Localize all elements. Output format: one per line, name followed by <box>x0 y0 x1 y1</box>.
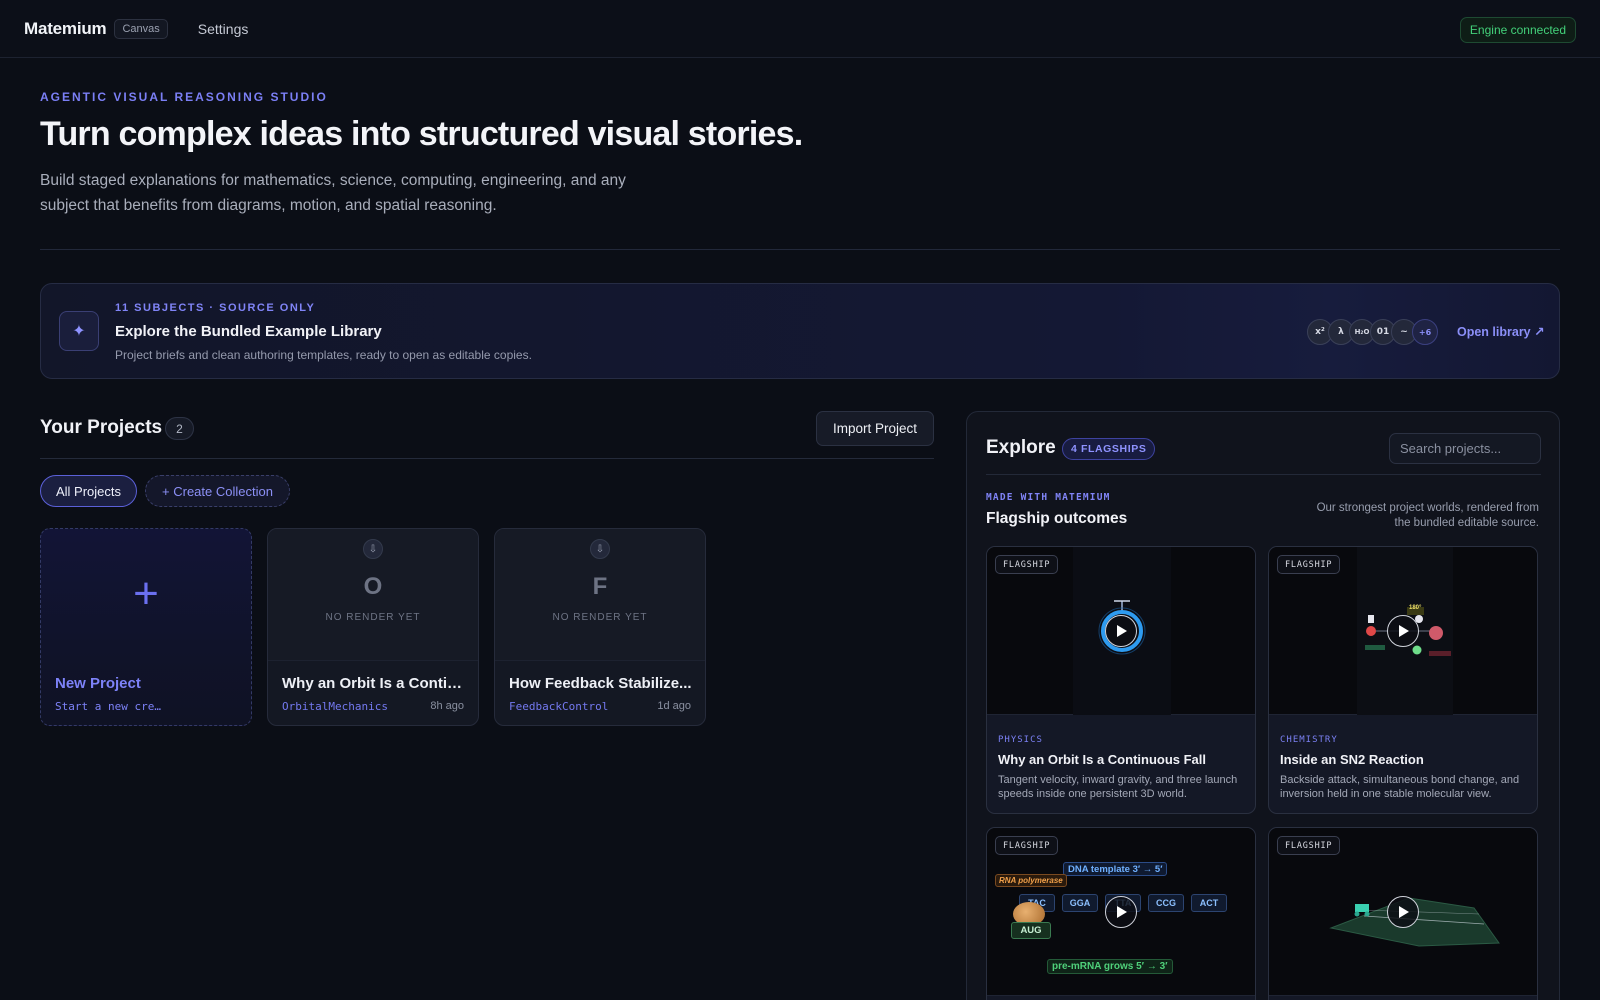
new-project-card[interactable]: + New Project Start a new cre… <box>40 528 252 726</box>
angle-label: 180° <box>1409 605 1422 611</box>
made-with-label: MADE WITH MATEMIUM <box>986 492 1111 503</box>
flagship-thumbnail: FLAGSHIP <box>987 547 1255 715</box>
download-icon[interactable]: ⇩ <box>590 539 610 559</box>
nav-settings-link[interactable]: Settings <box>198 21 249 37</box>
no-render-label: NO RENDER YET <box>325 612 421 623</box>
explore-panel: Explore 4 FLAGSHIPS MADE WITH MATEMIUM F… <box>966 411 1560 1000</box>
flagship-title: Why an Orbit Is a Continuous Fall <box>998 752 1207 767</box>
no-render-label: NO RENDER YET <box>552 612 648 623</box>
flagship-badge: FLAGSHIP <box>995 836 1059 855</box>
brand-logo[interactable]: Matemium <box>24 19 107 39</box>
flagship-badge: FLAGSHIP <box>995 555 1059 574</box>
open-library-link[interactable]: Open library ↗ <box>1457 324 1545 339</box>
download-icon[interactable]: ⇩ <box>363 539 383 559</box>
sparkle-icon: ✦ <box>59 311 99 351</box>
project-thumbnail: ⇩ F NO RENDER YET <box>495 529 705 661</box>
engine-status-badge: Engine connected <box>1459 17 1576 43</box>
explore-title: Explore <box>986 437 1056 458</box>
import-project-button[interactable]: Import Project <box>816 411 934 446</box>
hero-divider <box>40 249 1560 250</box>
flagship-subject: CHEMISTRY <box>1280 735 1338 745</box>
hero-title: Turn complex ideas into structured visua… <box>40 115 803 153</box>
flagship-subject: PHYSICS <box>998 735 1043 745</box>
project-thumbnail: ⇩ O NO RENDER YET <box>268 529 478 661</box>
project-card[interactable]: ⇩ O NO RENDER YET Why an Orbit Is a Cont… <box>267 528 479 726</box>
codon-block: GGA <box>1062 894 1098 912</box>
brand-tag: Canvas <box>114 18 168 39</box>
play-icon[interactable] <box>1105 896 1137 928</box>
play-icon[interactable] <box>1387 615 1419 647</box>
filter-all-projects[interactable]: All Projects <box>40 475 137 507</box>
project-time: 1d ago <box>657 700 691 712</box>
subject-chips: x² λ H₂O 01 ~ +6 <box>1307 319 1438 345</box>
library-description: Project briefs and clean authoring templ… <box>115 348 532 362</box>
rna-polymerase-label: RNA polymerase <box>995 874 1067 887</box>
library-banner[interactable]: ✦ 11 SUBJECTS · SOURCE ONLY Explore the … <box>40 283 1560 379</box>
project-time: 8h ago <box>430 700 464 712</box>
dna-template-label: DNA template 3′ → 5′ <box>1063 862 1168 876</box>
aug-codon: AUG <box>1011 922 1051 939</box>
projects-count-badge: 2 <box>165 417 194 440</box>
flagship-thumbnail: FLAGSHIP <box>1269 828 1537 996</box>
plus-icon: + <box>133 569 159 618</box>
flagship-card[interactable]: FLAGSHIP <box>1268 827 1538 1000</box>
flagship-card[interactable]: FLAGSHIP DNA template 3′ → 5′ RNA polyme… <box>986 827 1256 1000</box>
create-collection-button[interactable]: + Create Collection <box>145 475 290 507</box>
subject-chip-more: +6 <box>1412 319 1438 345</box>
flagship-description: Backside attack, simultaneous bond chang… <box>1280 774 1520 800</box>
codon-block: CCG <box>1148 894 1184 912</box>
project-title: How Feedback Stabilize... <box>509 675 692 692</box>
library-title: Explore the Bundled Example Library <box>115 323 382 340</box>
flagship-badge: FLAGSHIP <box>1277 555 1341 574</box>
flagship-thumbnail: FLAGSHIP 180° <box>1269 547 1537 715</box>
new-project-title: New Project <box>55 675 141 692</box>
hero-description: Build staged explanations for mathematic… <box>40 172 626 214</box>
search-projects-input[interactable] <box>1389 433 1541 464</box>
project-initial: O <box>363 573 383 600</box>
flagship-card[interactable]: FLAGSHIP 180° CHEMISTRY Inside an SN2 Re… <box>1268 546 1538 814</box>
flagship-section-title: Flagship outcomes <box>986 510 1128 527</box>
flagship-badge: FLAGSHIP <box>1277 836 1341 855</box>
flagship-title: Inside an SN2 Reaction <box>1280 752 1424 767</box>
play-icon[interactable] <box>1387 896 1419 928</box>
play-icon[interactable] <box>1105 615 1137 647</box>
codon-block: ACT <box>1191 894 1227 912</box>
library-eyebrow: 11 SUBJECTS · SOURCE ONLY <box>115 302 316 314</box>
flagship-card[interactable]: FLAGSHIP PHYSICS Why an Orbit Is a Conti… <box>986 546 1256 814</box>
flagships-badge: 4 FLAGSHIPS <box>1062 438 1156 460</box>
projects-divider <box>40 458 934 459</box>
flagship-description: Tangent velocity, inward gravity, and th… <box>998 774 1238 800</box>
flagship-thumbnail: FLAGSHIP DNA template 3′ → 5′ RNA polyme… <box>987 828 1255 996</box>
top-bar: Matemium Canvas Settings Engine connecte… <box>0 0 1600 58</box>
pre-mrna-label: pre-mRNA grows 5′ → 3′ <box>1047 959 1173 974</box>
flagship-section-note: Our strongest project worlds, rendered f… <box>1316 502 1539 529</box>
explore-divider <box>986 474 1541 475</box>
project-initial: F <box>592 573 608 600</box>
project-title: Why an Orbit Is a Contin... <box>282 675 466 692</box>
projects-title: Your Projects <box>40 417 163 438</box>
project-tag: FeedbackControl <box>509 700 609 713</box>
project-card[interactable]: ⇩ F NO RENDER YET How Feedback Stabilize… <box>494 528 706 726</box>
hero-eyebrow: AGENTIC VISUAL REASONING STUDIO <box>40 90 328 104</box>
project-tag: OrbitalMechanics <box>282 700 388 713</box>
new-project-subtitle: Start a new cre… <box>55 700 161 713</box>
